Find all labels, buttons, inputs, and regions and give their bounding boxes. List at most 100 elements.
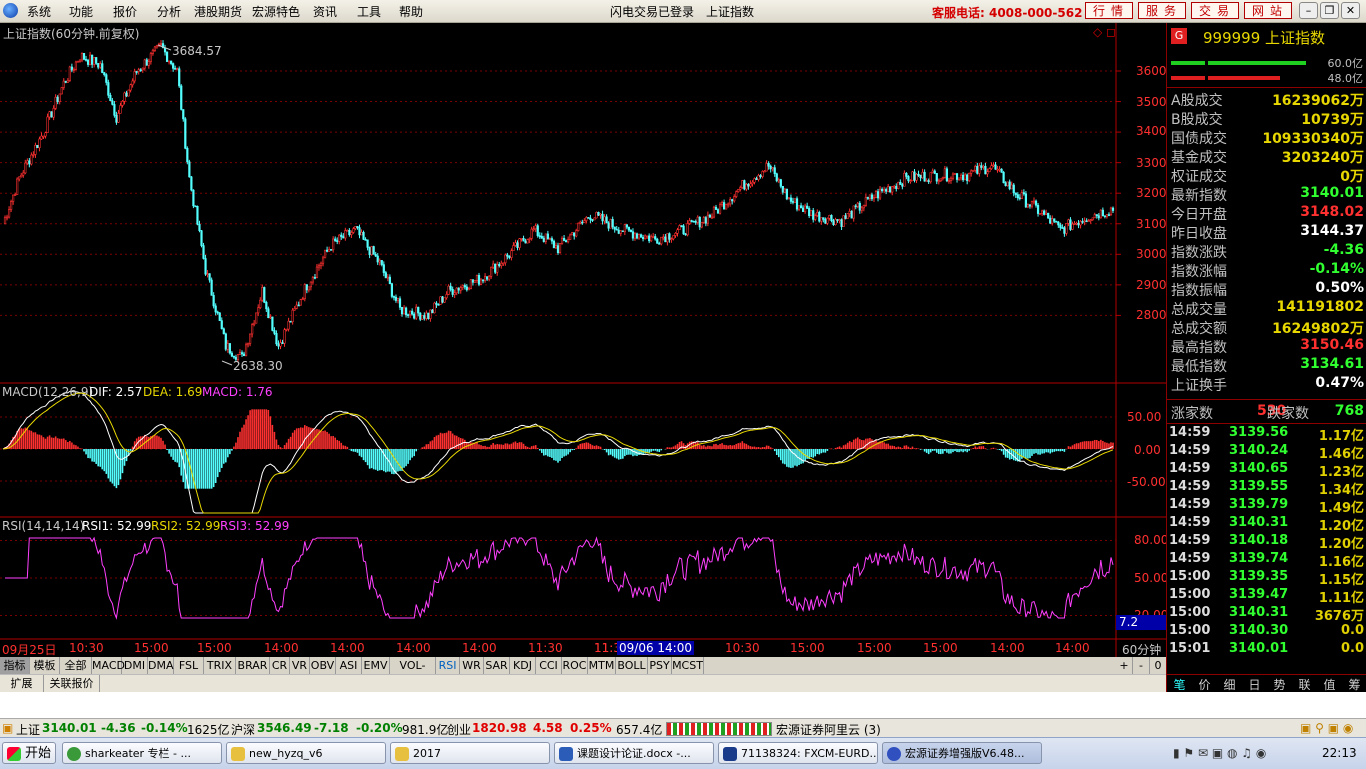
tab-psy[interactable]: PSY: [648, 657, 672, 674]
service-button[interactable]: 服务: [1138, 2, 1186, 19]
security-code-name: 999999 上证指数: [1203, 29, 1326, 47]
tab-mtm[interactable]: MTM: [588, 657, 616, 674]
word-icon: [559, 747, 573, 761]
tab-cr[interactable]: CR: [270, 657, 290, 674]
rsi1-value: RSI1: 52.99: [82, 519, 152, 533]
candle-body: [253, 322, 256, 326]
taskbar-item-browser[interactable]: sharkeater 专栏 - ...: [62, 742, 222, 764]
tick-volume: 1.20亿: [1318, 519, 1364, 534]
trade-button[interactable]: 交易: [1191, 2, 1239, 19]
chart-option-icons[interactable]: ◇ ◻: [1093, 25, 1116, 39]
tab-cci[interactable]: CCI: [536, 657, 562, 674]
status-tray-icons[interactable]: ▣ ⚲ ▣ ◉: [1300, 721, 1353, 735]
tab-vr[interactable]: VR: [290, 657, 310, 674]
panel-tab[interactable]: 价: [1192, 676, 1217, 693]
candle-body: [773, 167, 776, 174]
quote-stat-label: 权证成交: [1171, 169, 1227, 185]
candle-body: [560, 238, 564, 244]
taskbar-item-folder[interactable]: new_hyzq_v6: [226, 742, 386, 764]
tab-wr[interactable]: WR: [460, 657, 484, 674]
panel-tab[interactable]: 细: [1217, 676, 1242, 693]
tab-mcst[interactable]: MCST: [672, 657, 704, 674]
taskbar-item-hongyuan[interactable]: 宏源证券增强版V6.48...: [882, 742, 1042, 764]
candle-body: [101, 63, 104, 73]
candle-body: [972, 169, 975, 172]
tab-control[interactable]: +: [1116, 657, 1133, 674]
menu-function[interactable]: 功能: [69, 3, 93, 20]
tab-asi[interactable]: ASI: [336, 657, 362, 674]
tab-boll[interactable]: BOLL: [616, 657, 648, 674]
broker-server[interactable]: 宏源证券阿里云 (3): [776, 721, 881, 738]
tab-fsl[interactable]: FSL: [174, 657, 204, 674]
website-button[interactable]: 网站: [1244, 2, 1292, 19]
tab-模板[interactable]: 模板: [30, 657, 60, 674]
tab-vol-tdx[interactable]: VOL-TDX: [390, 657, 436, 689]
menu-help[interactable]: 帮助: [399, 3, 423, 20]
candle-body: [1107, 214, 1111, 216]
panel-tab[interactable]: 笔: [1167, 676, 1192, 693]
hs-label[interactable]: 沪深: [231, 721, 255, 738]
start-button[interactable]: 开始: [2, 742, 56, 764]
sh-label[interactable]: 上证: [16, 721, 40, 738]
empty-region: [0, 692, 1366, 718]
candle-body: [20, 174, 23, 178]
candle-body: [62, 80, 65, 88]
tab-macd[interactable]: MACD: [92, 657, 125, 674]
tab-dma[interactable]: DMA: [148, 657, 174, 674]
cy-label[interactable]: 创业: [447, 721, 471, 738]
tab-指标[interactable]: 指标: [0, 657, 30, 674]
menu-quote[interactable]: 报价: [113, 3, 137, 20]
tab-obv[interactable]: OBV: [310, 657, 336, 674]
candle-body: [1010, 184, 1013, 190]
panel-tab[interactable]: 势: [1267, 676, 1292, 693]
system-tray-icons[interactable]: ▮ ⚑ ✉ ▣ ◍ ♫ ◉: [1173, 746, 1266, 760]
candle-body: [119, 105, 122, 114]
restore-icon[interactable]: ❐: [1320, 2, 1339, 19]
candle-body: [435, 302, 438, 305]
tab-全部[interactable]: 全部: [60, 657, 92, 674]
minimize-icon[interactable]: –: [1299, 2, 1318, 19]
tab-related-quotes[interactable]: 关联报价: [44, 675, 100, 692]
menu-system[interactable]: 系统: [27, 3, 51, 20]
tab-kdj[interactable]: KDJ: [510, 657, 536, 674]
tab-trix[interactable]: TRIX: [204, 657, 236, 674]
tab-control[interactable]: -: [1133, 657, 1150, 674]
menu-hongyuan[interactable]: 宏源特色: [252, 3, 300, 20]
menu-tools[interactable]: 工具: [357, 3, 381, 20]
taskbar-item-fxcm[interactable]: 71138324: FXCM-EURD...: [718, 742, 878, 764]
tick-price: 3140.24: [1229, 443, 1289, 458]
tab-control[interactable]: 0: [1150, 657, 1167, 674]
panel-tab[interactable]: 值: [1317, 676, 1342, 693]
menu-bar: 系统 功能 报价 分析 港股期货 宏源特色 资讯 工具 帮助 闪电交易已登录 上…: [0, 0, 1366, 23]
menu-analysis[interactable]: 分析: [157, 3, 181, 20]
candle-body: [214, 305, 217, 313]
menu-news[interactable]: 资讯: [313, 3, 337, 20]
panel-tab[interactable]: 筹: [1342, 676, 1366, 693]
candle-body: [1109, 207, 1113, 216]
candle-body: [129, 84, 132, 91]
tick-price: 3139.79: [1229, 497, 1289, 512]
tab-sar[interactable]: SAR: [484, 657, 510, 674]
close-icon[interactable]: ✕: [1341, 2, 1360, 19]
tab-emv[interactable]: EMV: [362, 657, 390, 674]
candle-body: [1093, 214, 1096, 219]
tab-extension[interactable]: 扩展: [0, 675, 44, 692]
candle-body: [481, 279, 485, 282]
tab-dmi[interactable]: DMI: [122, 657, 148, 674]
tab-roc[interactable]: ROC: [562, 657, 588, 674]
tab-rsi[interactable]: RSI: [436, 657, 460, 674]
menu-hk-futures[interactable]: 港股期货: [194, 3, 242, 20]
taskbar-item-word[interactable]: 课题设计论证.docx -...: [554, 742, 714, 764]
panel-tab[interactable]: 联: [1292, 676, 1317, 693]
chart-area[interactable]: 上证指数(60分钟.前复权) ◇ ◻ 3684.57 2638.30 3600 …: [0, 23, 1168, 659]
candle-body: [145, 59, 148, 66]
quote-button[interactable]: 行情: [1085, 2, 1133, 19]
candle-body: [28, 160, 31, 165]
tab-brar[interactable]: BRAR: [236, 657, 270, 674]
period-label[interactable]: 60分钟: [1122, 641, 1161, 658]
tick-time: 14:59: [1169, 515, 1211, 530]
taskbar-item-folder-2017[interactable]: 2017: [390, 742, 550, 764]
candle-body: [1067, 219, 1070, 224]
quote-stat-row: 指数振幅 0.50%: [1171, 280, 1364, 299]
panel-tab[interactable]: 日: [1242, 676, 1267, 693]
